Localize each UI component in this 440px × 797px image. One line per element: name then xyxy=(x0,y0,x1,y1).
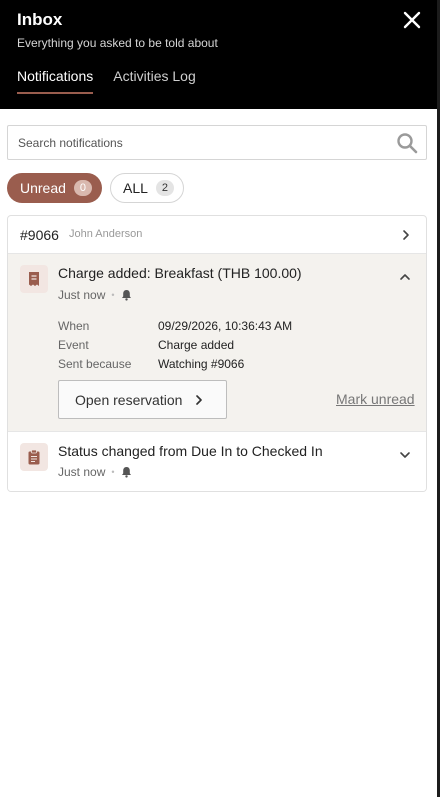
tab-notifications[interactable]: Notifications xyxy=(17,68,94,94)
inbox-tabs: Notifications Activities Log xyxy=(17,68,216,94)
separator-dot: • xyxy=(111,290,115,300)
close-icon xyxy=(403,11,421,29)
search-input[interactable] xyxy=(18,126,388,159)
notification-title[interactable]: Charge added: Breakfast (THB 100.00) xyxy=(58,265,302,281)
chevron-up-icon[interactable] xyxy=(398,270,412,284)
notification-group: #9066 John Anderson Charge added: Breakf… xyxy=(7,215,427,492)
separator-dot: • xyxy=(111,467,115,477)
unread-count-badge: 0 xyxy=(73,180,92,196)
search-icon[interactable] xyxy=(396,132,418,154)
reservation-group-header[interactable]: #9066 John Anderson xyxy=(8,216,426,254)
chevron-right-icon xyxy=(196,394,203,405)
inbox-title: Inbox xyxy=(17,10,63,29)
filter-unread-label: Unread xyxy=(20,180,66,196)
inbox-subtitle: Everything you asked to be told about xyxy=(17,36,218,50)
notification-item: Status changed from Due In to Checked In… xyxy=(8,432,426,491)
detail-row-when: When 09/29/2026, 10:36:43 AM xyxy=(58,316,292,335)
guest-name: John Anderson xyxy=(69,228,143,240)
open-reservation-label: Open reservation xyxy=(75,391,183,408)
bell-icon xyxy=(121,467,131,478)
detail-label: Event xyxy=(58,337,89,352)
inbox-header: Inbox Everything you asked to be told ab… xyxy=(0,0,437,109)
search-box xyxy=(7,125,427,160)
detail-value: Watching #9066 xyxy=(158,356,245,371)
close-button[interactable] xyxy=(401,9,423,31)
filter-all-label: ALL xyxy=(123,180,148,196)
chevron-right-icon xyxy=(403,230,409,240)
detail-value: 09/29/2026, 10:36:43 AM xyxy=(158,318,293,333)
chevron-down-icon[interactable] xyxy=(398,448,412,462)
notification-time: Just now xyxy=(58,465,106,479)
mark-unread-link[interactable]: Mark unread xyxy=(336,391,415,407)
notification-item: Charge added: Breakfast (THB 100.00) Jus… xyxy=(8,254,426,432)
detail-row-sent-because: Sent because Watching #9066 xyxy=(58,354,292,373)
notification-time: Just now xyxy=(58,288,106,302)
notification-meta: Just now • xyxy=(58,288,132,302)
reservation-number: #9066 xyxy=(20,227,59,243)
notification-details: When 09/29/2026, 10:36:43 AM Event Charg… xyxy=(58,316,292,373)
notification-meta: Just now • xyxy=(58,465,132,479)
clipboard-icon xyxy=(20,443,48,471)
tab-activities-log[interactable]: Activities Log xyxy=(113,68,195,94)
notification-title[interactable]: Status changed from Due In to Checked In xyxy=(58,443,323,459)
filter-unread[interactable]: Unread 0 xyxy=(7,173,102,203)
open-reservation-button[interactable]: Open reservation xyxy=(58,380,227,419)
receipt-icon xyxy=(20,265,48,293)
all-count-badge: 2 xyxy=(155,180,174,196)
detail-value: Charge added xyxy=(158,337,235,352)
bell-icon xyxy=(121,290,131,301)
detail-row-event: Event Charge added xyxy=(58,335,292,354)
detail-label: Sent because xyxy=(58,356,132,371)
filter-all[interactable]: ALL 2 xyxy=(110,173,184,203)
detail-label: When xyxy=(58,318,90,333)
